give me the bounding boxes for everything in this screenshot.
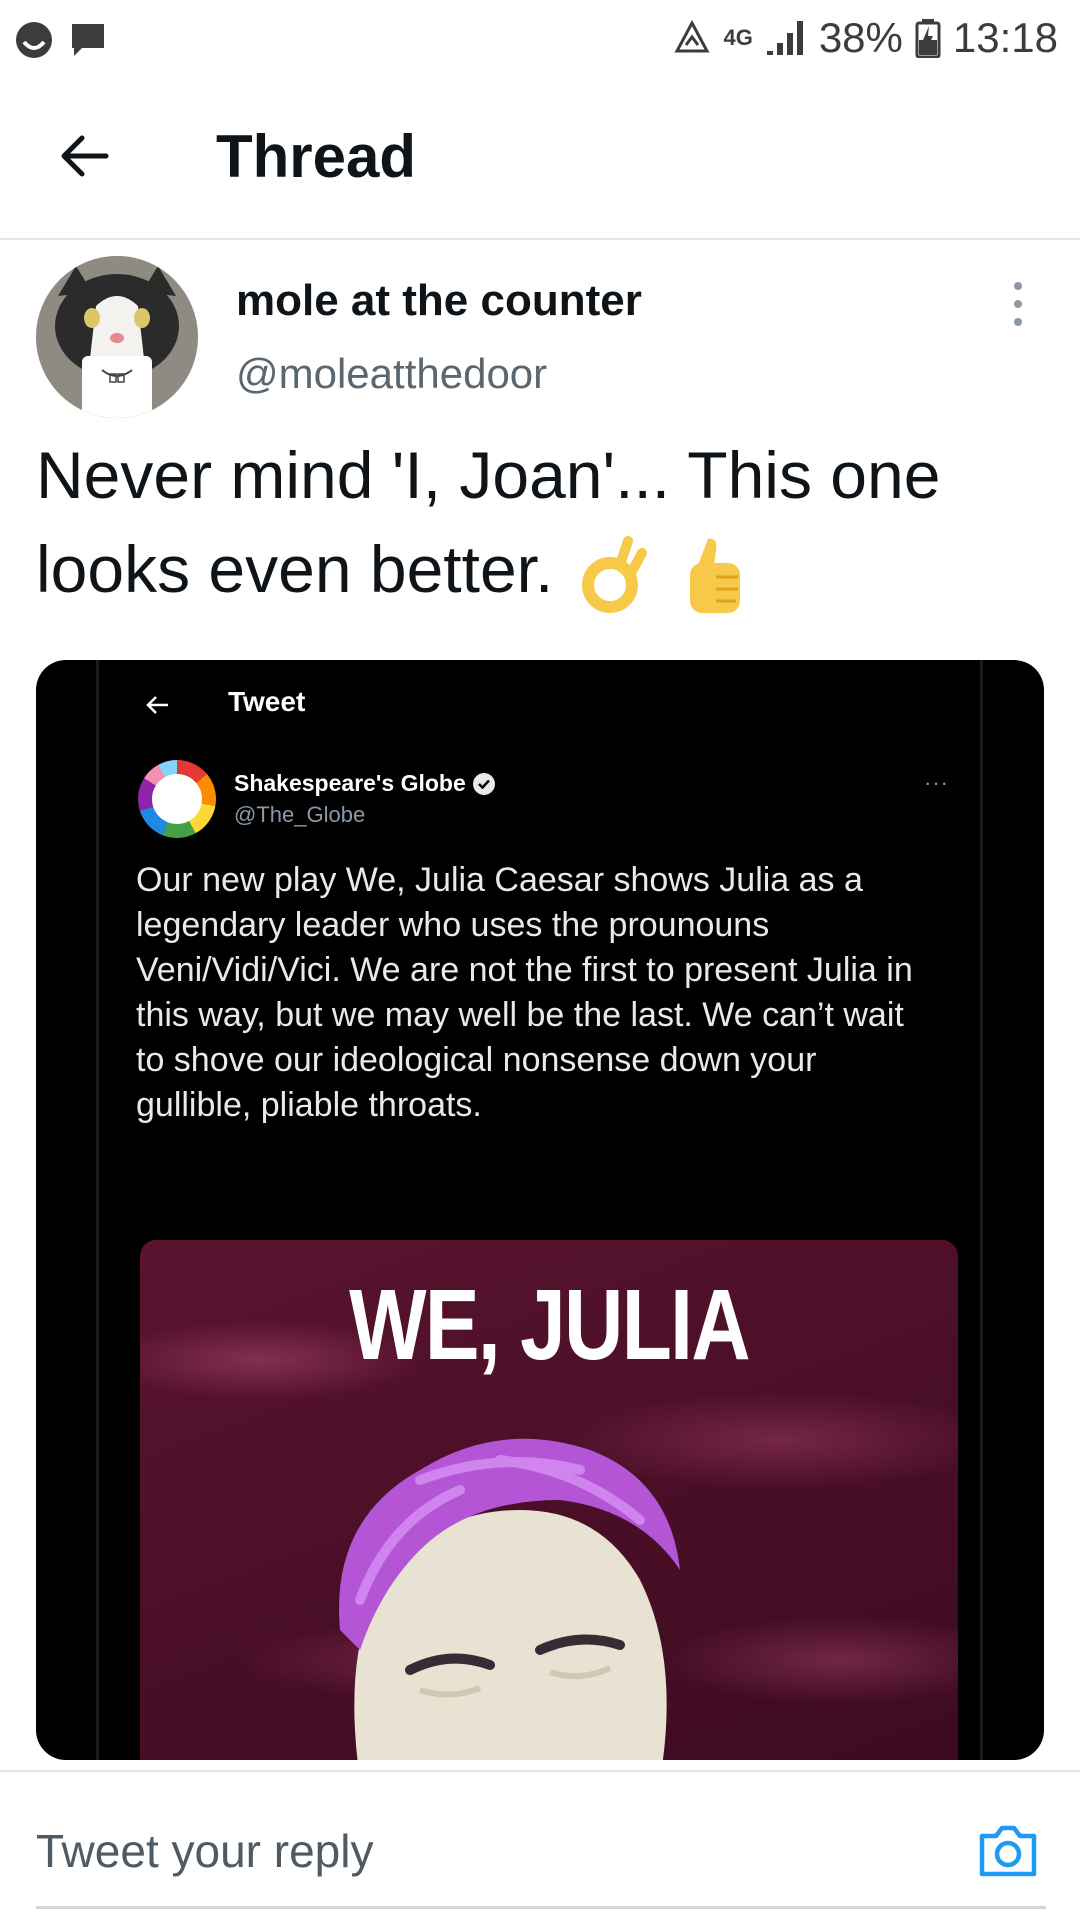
embedded-author-name: Shakespeare's Globe — [234, 770, 496, 797]
message-icon — [72, 24, 104, 56]
embedded-back-arrow-icon — [146, 696, 168, 714]
embedded-avatar — [138, 760, 216, 838]
thumbs-up-icon — [690, 538, 741, 613]
camera-icon[interactable] — [976, 1822, 1040, 1880]
cat-avatar-icon — [36, 256, 198, 418]
author-display-name[interactable]: mole at the counter — [236, 276, 642, 326]
reply-bar: Tweet your reply — [0, 1770, 1080, 1920]
more-options-icon[interactable] — [1006, 282, 1030, 332]
battery-icon — [915, 19, 941, 58]
network-type: 4G — [723, 25, 753, 50]
data-saver-icon — [674, 19, 710, 53]
thread-header: Thread — [0, 90, 1080, 240]
clock: 13:18 — [952, 14, 1058, 61]
author-handle[interactable]: @moleatthedoor — [236, 350, 547, 398]
reply-underline — [36, 1906, 1046, 1909]
embedded-header-title: Tweet — [228, 686, 306, 717]
battery-percent: 38% — [818, 14, 903, 61]
avatar[interactable] — [36, 256, 198, 418]
poster-title: WE, JULIA — [349, 1269, 750, 1381]
tweet-text: Never mind 'I, Joan'... This one looks e… — [36, 428, 1046, 616]
signal-icon — [766, 21, 803, 55]
page-title: Thread — [216, 123, 417, 190]
divider — [96, 660, 99, 1760]
smiley-icon — [16, 22, 52, 58]
tweet-body: Never mind 'I, Joan'... This one looks e… — [36, 438, 941, 606]
caesar-bust-icon — [339, 1438, 680, 1760]
verified-badge-icon — [472, 772, 495, 795]
status-indicators: 4G 38% 13:18 — [673, 14, 1058, 62]
embedded-tweet-text: Our new play We, Julia Caesar shows Juli… — [136, 861, 913, 1124]
embedded-handle: @The_Globe — [234, 802, 366, 827]
status-notifications — [14, 20, 108, 60]
status-bar: 4G 38% 13:18 — [0, 0, 1080, 80]
divider — [980, 660, 983, 1760]
play-poster: WE, JULIA — [140, 1240, 958, 1760]
embedded-display-name: Shakespeare's Globe — [234, 770, 466, 796]
embedded-more-icon: ··· — [924, 770, 949, 795]
ok-hand-icon — [581, 535, 647, 613]
back-arrow-icon[interactable] — [54, 126, 114, 186]
reply-input[interactable]: Tweet your reply — [36, 1824, 373, 1878]
tweet-media-image[interactable]: Tweet Shakespeare's Globe @The_Globe ···… — [36, 660, 1044, 1760]
